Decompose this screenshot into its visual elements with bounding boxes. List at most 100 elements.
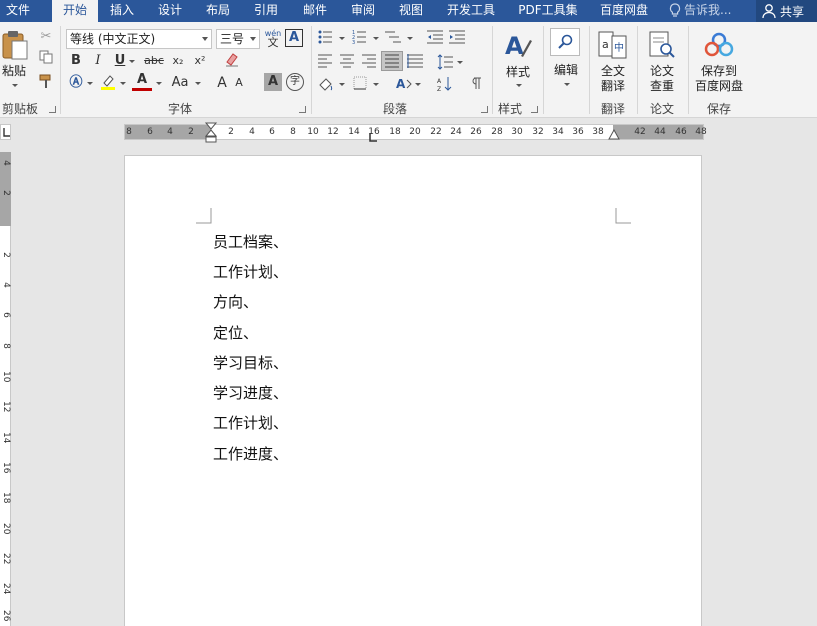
vertical-ruler[interactable]: 4 2 2 4 6 8 10 12 14 16 18 20 22 24 26 xyxy=(0,152,11,626)
distributed-icon[interactable] xyxy=(407,54,423,68)
paper-check-button[interactable]: 论文 查重 xyxy=(642,26,682,96)
cut-icon[interactable]: ✂ xyxy=(36,27,56,47)
bold-button[interactable]: B xyxy=(66,51,86,71)
sort-icon[interactable]: AZ xyxy=(437,76,453,92)
copy-icon[interactable] xyxy=(36,50,56,70)
document-page[interactable]: 员工档案、 工作计划、 方向、 定位、 学习目标、 学习进度、 工作计划、 工作… xyxy=(124,155,702,626)
character-shading-button[interactable]: A xyxy=(264,73,282,91)
editing-button[interactable]: 编辑 xyxy=(547,26,585,96)
vruler-number: 14 xyxy=(1,432,11,444)
tab-design[interactable]: 设计 xyxy=(150,0,190,22)
multilevel-list-icon[interactable] xyxy=(385,30,401,44)
group-save: 保存 xyxy=(706,102,731,116)
full-translate-button[interactable]: a中 全文 翻译 xyxy=(594,26,632,96)
tab-mailings[interactable]: 邮件 xyxy=(295,0,335,22)
share-label: 共享 xyxy=(780,5,805,19)
ruler-number: 2 xyxy=(228,127,234,137)
tab-pdf-tools[interactable]: PDF工具集 xyxy=(512,0,584,22)
document-line[interactable]: 定位、 xyxy=(213,322,258,343)
shading-icon[interactable] xyxy=(318,76,334,92)
tab-selector[interactable] xyxy=(0,124,11,140)
align-right-icon[interactable] xyxy=(362,54,376,68)
tab-view[interactable]: 视图 xyxy=(391,0,431,22)
decrease-indent-icon[interactable] xyxy=(427,30,443,44)
highlight-swatch xyxy=(101,87,115,90)
group-styles: 样式 xyxy=(497,102,522,116)
subscript-button[interactable]: x₂ xyxy=(168,51,188,71)
align-center-icon[interactable] xyxy=(340,54,354,68)
left-tab-stop-icon[interactable] xyxy=(368,133,378,143)
styles-launcher-icon[interactable] xyxy=(531,106,538,113)
paste-button[interactable]: 粘贴 xyxy=(0,26,30,96)
font-size-select[interactable]: 三号 xyxy=(216,29,260,49)
strikethrough-button[interactable]: abc xyxy=(140,51,168,71)
crop-mark-top-right-icon xyxy=(615,208,631,224)
svg-text:A: A xyxy=(396,77,406,91)
line-spacing-icon[interactable] xyxy=(437,54,453,70)
clipboard-launcher-icon[interactable] xyxy=(49,106,56,113)
crop-mark-top-left-icon xyxy=(196,208,212,224)
increase-indent-icon[interactable] xyxy=(449,30,465,44)
ribbon-tab-bar: 文件 开始 插入 设计 布局 引用 邮件 审阅 视图 开发工具 PDF工具集 百… xyxy=(0,0,817,22)
font-launcher-icon[interactable] xyxy=(299,106,306,113)
left-tab-icon xyxy=(3,128,10,137)
ruler-number: 2 xyxy=(188,127,194,137)
tab-references[interactable]: 引用 xyxy=(246,0,286,22)
tab-developer[interactable]: 开发工具 xyxy=(440,0,502,22)
vruler-number: 10 xyxy=(1,371,11,383)
justify-button[interactable] xyxy=(381,51,403,71)
enclose-characters-button[interactable]: 字 xyxy=(286,73,304,91)
tab-insert[interactable]: 插入 xyxy=(102,0,142,22)
horizontal-ruler[interactable]: 8 6 4 2 2 4 6 8 10 12 14 16 18 20 22 24 … xyxy=(124,122,707,143)
tab-review[interactable]: 审阅 xyxy=(343,0,383,22)
vruler-number: 12 xyxy=(1,401,11,413)
document-line[interactable]: 学习目标、 xyxy=(213,352,288,373)
italic-button[interactable]: I xyxy=(88,51,108,71)
ruler-number: 42 xyxy=(634,127,646,137)
ruler-number: 4 xyxy=(167,127,173,137)
translate-label-line1: 全文 xyxy=(600,64,625,78)
share-button[interactable]: 共享 xyxy=(756,0,817,22)
underline-button[interactable]: U xyxy=(110,51,130,71)
indent-marker-icon[interactable] xyxy=(205,122,217,144)
group-paper: 论文 xyxy=(649,102,674,116)
paper-check-icon xyxy=(649,31,675,58)
paragraph-launcher-icon[interactable] xyxy=(481,106,488,113)
superscript-button[interactable]: x² xyxy=(190,51,210,71)
tab-baidu-netdisk[interactable]: 百度网盘 xyxy=(594,0,654,22)
save-to-baidu-button[interactable]: 保存到 百度网盘 xyxy=(692,26,746,96)
chinese-layout-icon[interactable]: A xyxy=(395,76,413,92)
tab-home[interactable]: 开始 xyxy=(52,0,98,22)
document-line[interactable]: 工作计划、 xyxy=(213,412,288,433)
group-paragraph: 段落 xyxy=(382,102,407,116)
bullets-icon[interactable] xyxy=(318,30,332,44)
document-line[interactable]: 工作计划、 xyxy=(213,261,288,282)
right-indent-marker-icon[interactable] xyxy=(608,129,620,141)
format-painter-icon[interactable] xyxy=(36,73,56,93)
shrink-font-icon[interactable]: A xyxy=(229,73,249,93)
styles-button[interactable]: A 样式 xyxy=(498,26,538,96)
tab-layout[interactable]: 布局 xyxy=(198,0,238,22)
clear-formatting-icon[interactable] xyxy=(222,51,242,71)
document-line[interactable]: 员工档案、 xyxy=(213,231,288,252)
borders-icon[interactable] xyxy=(353,76,367,90)
text-effects-icon[interactable]: Ⓐ xyxy=(66,73,86,93)
lightbulb-icon xyxy=(668,3,682,19)
font-color-button[interactable]: A xyxy=(132,71,152,91)
font-name-select[interactable]: 等线 (中文正文) xyxy=(66,29,212,49)
change-case-button[interactable]: Aa xyxy=(167,73,193,93)
document-line[interactable]: 工作进度、 xyxy=(213,443,288,464)
numbering-icon[interactable]: 123 xyxy=(352,30,366,44)
font-size-value: 三号 xyxy=(220,32,245,46)
align-left-icon[interactable] xyxy=(318,54,332,68)
svg-text:A: A xyxy=(437,78,442,85)
highlight-color-icon[interactable] xyxy=(98,73,118,93)
styles-label: 样式 xyxy=(505,65,530,79)
phonetic-guide-button[interactable]: wén 文 xyxy=(263,29,283,49)
document-line[interactable]: 方向、 xyxy=(213,291,258,312)
show-marks-icon[interactable] xyxy=(470,76,482,90)
tab-file[interactable]: 文件 xyxy=(0,0,36,22)
tell-me-search[interactable]: 告诉我... xyxy=(684,0,750,22)
document-line[interactable]: 学习进度、 xyxy=(213,382,288,403)
character-border-button[interactable]: A xyxy=(285,29,303,47)
